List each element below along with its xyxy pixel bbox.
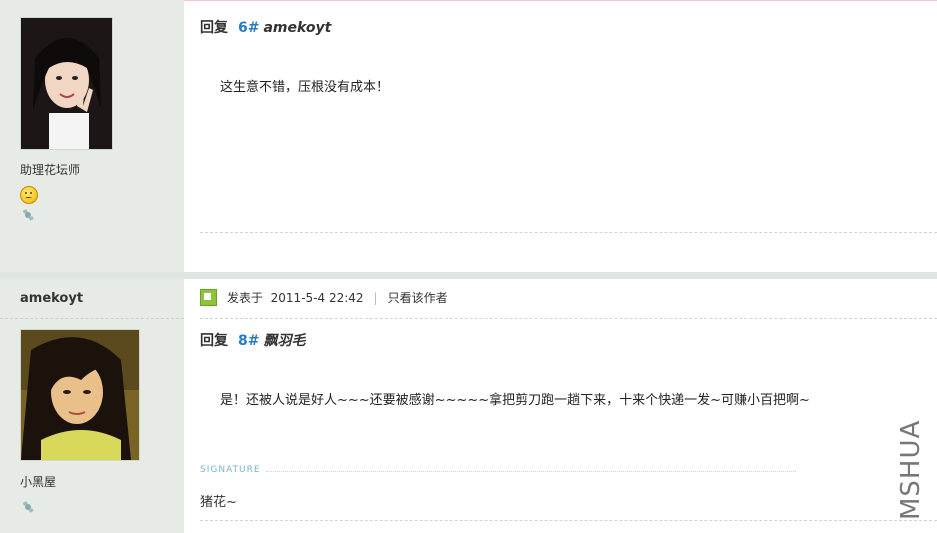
meta-separator: | xyxy=(373,290,378,305)
avatar[interactable] xyxy=(20,329,140,461)
user-rank: 助理花坛师 xyxy=(20,163,81,177)
author-sidebar: 助理花坛师 xyxy=(0,0,184,272)
post-separator xyxy=(0,272,937,279)
reply-to-user[interactable]: 飘羽毛 xyxy=(263,333,305,349)
post-divider xyxy=(200,232,937,233)
post-8: amekoyt 小黑屋 发表于 2011-5-4 22:42 | 只看该作者 回… xyxy=(0,279,937,533)
reply-floor-link[interactable]: 8# xyxy=(238,333,259,349)
author-sidebar: amekoyt 小黑屋 xyxy=(0,279,184,533)
satellite-icon[interactable] xyxy=(22,501,34,513)
signature-label: SIGNATURE xyxy=(200,465,261,475)
smiley-icon xyxy=(20,186,38,204)
reply-floor-link[interactable]: 6# xyxy=(238,20,259,36)
satellite-icon[interactable] xyxy=(22,209,34,221)
author-only-link[interactable]: 只看该作者 xyxy=(388,289,448,306)
signature-divider xyxy=(266,471,796,472)
signature-text: 猪花~ xyxy=(200,495,237,510)
post-body: 这生意不错，压根没有成本！ xyxy=(220,80,390,95)
user-rank: 小黑屋 xyxy=(20,475,57,489)
post-icon xyxy=(200,289,217,306)
reply-label: 回复 xyxy=(200,333,228,349)
reply-label: 回复 xyxy=(200,20,228,36)
watermark: MSHUA xyxy=(896,419,926,520)
reply-header: 回复 6# amekoyt xyxy=(200,17,331,37)
reply-header: 回复 8# 飘羽毛 xyxy=(200,330,305,350)
sidebar-divider xyxy=(0,318,184,320)
avatar[interactable] xyxy=(20,17,113,150)
post-content: 回复 6# amekoyt 这生意不错，压根没有成本！ xyxy=(184,0,937,272)
meta-divider xyxy=(200,318,937,319)
post-6: 助理花坛师 回复 6# amekoyt 这生意不错，压根没有成本！ xyxy=(0,0,937,272)
author-name[interactable]: amekoyt xyxy=(20,291,83,306)
posted-label: 发表于 xyxy=(227,291,264,305)
post-timestamp: 2011-5-4 22:42 xyxy=(270,290,364,305)
post-body: 是！还被人说是好人~~~还要被感谢~~~~~拿把剪刀跑一趟下来，十来个快递一发~… xyxy=(220,393,810,408)
post-meta: 发表于 2011-5-4 22:42 | 只看该作者 xyxy=(200,289,448,306)
post-divider xyxy=(200,520,937,521)
reply-to-user[interactable]: amekoyt xyxy=(263,20,331,36)
post-content: 发表于 2011-5-4 22:42 | 只看该作者 回复 8# 飘羽毛 是！还被人… xyxy=(184,279,937,533)
